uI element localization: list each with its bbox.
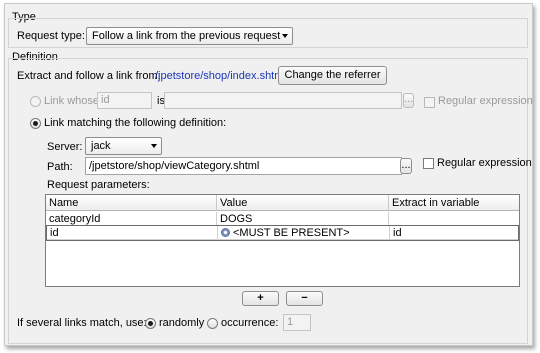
request-parameters-table[interactable]: Name Value Extract in variable categoryI… <box>45 194 520 287</box>
link-matching-radio[interactable] <box>30 118 41 129</box>
param-name-cell[interactable]: categoryId <box>46 212 217 226</box>
server-select[interactable]: jack <box>85 137 162 155</box>
path-label: Path: <box>47 161 73 173</box>
param-value-cell[interactable]: DOGS <box>217 212 389 226</box>
change-referrer-button[interactable]: Change the referrer <box>278 66 387 85</box>
link-whose-radio[interactable] <box>30 96 41 107</box>
remove-parameter-button[interactable]: − <box>286 291 323 306</box>
path-regex-label: Regular expression <box>437 157 532 169</box>
request-parameters-label: Request parameters: <box>47 179 150 191</box>
chevron-down-icon <box>282 34 288 38</box>
link-whose-regex-checkbox[interactable] <box>424 97 435 108</box>
table-row[interactable]: id <MUST BE PRESENT> id <box>46 225 519 241</box>
request-type-value: Follow a link from the previous request <box>92 30 281 42</box>
chevron-down-icon <box>151 144 157 148</box>
request-type-label: Request type: <box>17 30 85 42</box>
column-header-name[interactable]: Name <box>46 195 217 211</box>
radio-selected-dot <box>148 321 153 326</box>
randomly-radio[interactable] <box>145 318 156 329</box>
request-definition-panel: Type Request type: Follow a link from th… <box>4 3 533 346</box>
occurrence-value: 1 <box>287 316 294 328</box>
link-whose-regex-label: Regular expression <box>438 95 533 107</box>
param-name-cell[interactable]: id <box>47 226 218 240</box>
link-attribute-value: id <box>101 94 110 106</box>
occurrence-label: occurrence: <box>221 317 279 329</box>
param-value-text: <MUST BE PRESENT> <box>233 227 350 239</box>
randomly-label: randomly <box>159 317 205 329</box>
gear-icon <box>221 228 230 237</box>
link-matching-label: Link matching the following definition: <box>44 117 227 129</box>
column-header-value[interactable]: Value <box>217 195 389 211</box>
occurrence-radio[interactable] <box>207 318 218 329</box>
link-whose-label: Link whose <box>44 95 100 107</box>
radio-selected-dot <box>33 121 38 126</box>
extract-label: Extract and follow a link from: <box>17 70 161 82</box>
path-input[interactable]: /jpetstore/shop/viewCategory.shtml <box>85 157 402 175</box>
param-value-cell[interactable]: <MUST BE PRESENT> <box>218 226 390 240</box>
extract-url[interactable]: /jpetstore/shop/index.shtml <box>155 70 286 82</box>
path-value: /jpetstore/shop/viewCategory.shtml <box>89 160 260 172</box>
several-links-label: If several links match, use: <box>17 317 147 329</box>
link-value-browse-button[interactable]: ... <box>403 93 414 108</box>
occurrence-input[interactable]: 1 <box>283 314 311 331</box>
column-header-variable[interactable]: Extract in variable <box>389 195 519 211</box>
param-variable-cell[interactable]: id <box>390 226 518 240</box>
path-regex-checkbox[interactable] <box>423 158 434 169</box>
link-attribute-select[interactable]: id <box>97 92 152 109</box>
request-type-select[interactable]: Follow a link from the previous request <box>86 27 293 45</box>
server-label: Server: <box>47 141 83 153</box>
server-value: jack <box>91 140 111 152</box>
link-value-input[interactable] <box>164 92 402 109</box>
path-browse-button[interactable]: ... <box>400 158 412 174</box>
param-variable-cell[interactable] <box>389 212 519 226</box>
add-parameter-button[interactable]: + <box>242 291 279 306</box>
